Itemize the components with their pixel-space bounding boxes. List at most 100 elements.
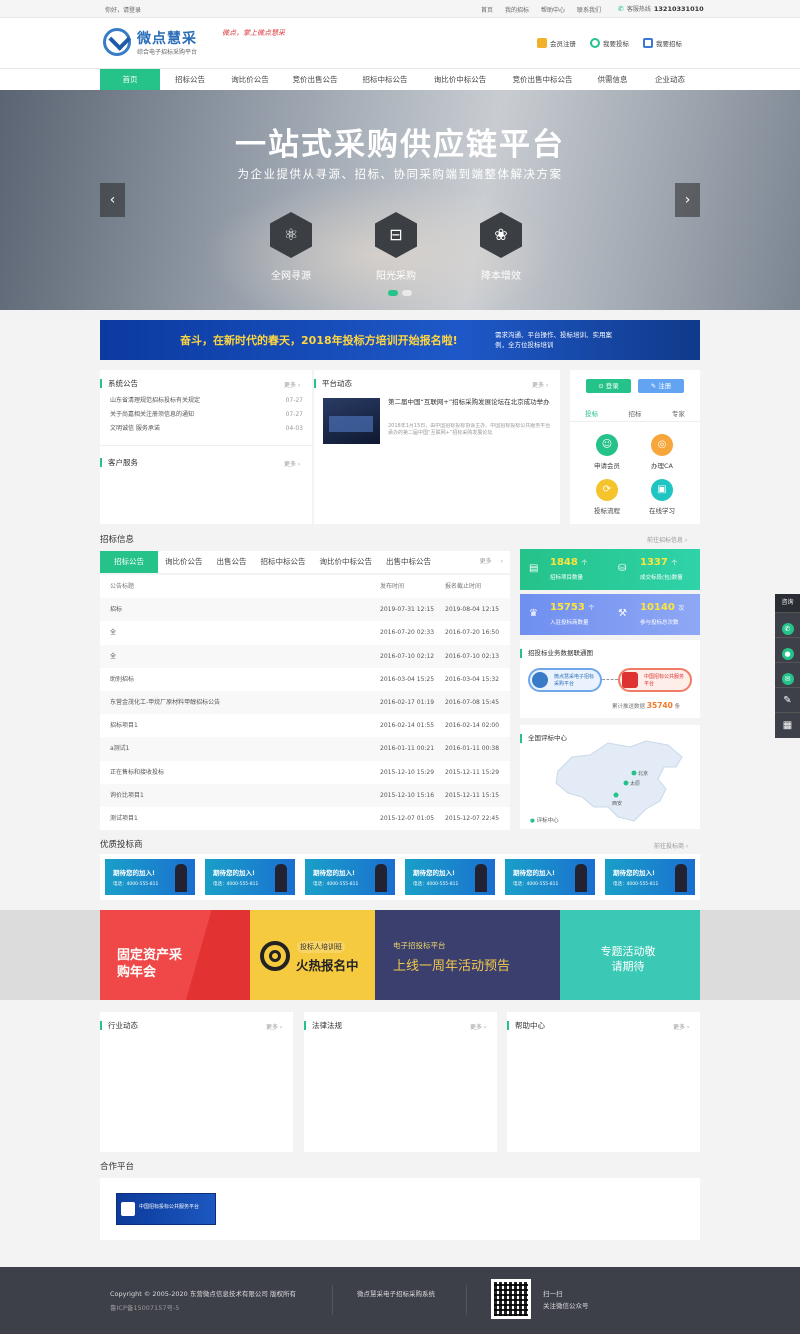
banner-prev-button[interactable]: ‹ (100, 183, 125, 217)
logo-icon[interactable] (103, 28, 131, 56)
supplier-card[interactable]: 期待您的加入! 电话：4000-555-811 (405, 859, 495, 895)
apply-member[interactable]: ☺ 申请会员 (577, 434, 637, 470)
law-more-link[interactable]: 更多 › (470, 1022, 486, 1031)
bid-table: 公告标题 发布时间 报名截止时间 招标 2019-07-31 12:15 2019-08… (100, 575, 510, 831)
top-link-contact[interactable]: 联系我们 (577, 5, 601, 14)
atom-icon: ⚛ (270, 212, 312, 258)
promo-training[interactable]: 投标人培训班 火热报名中 (250, 910, 375, 1000)
lotus-icon: ❀ (480, 212, 522, 258)
supplier-card[interactable]: 期待您的加入! 电话：4000-555-811 (505, 859, 595, 895)
nav-inquiry-notice[interactable]: 询比价公告 (220, 69, 280, 91)
banner-next-button[interactable]: › (675, 183, 700, 217)
register-link[interactable]: 会员注册 (537, 38, 576, 48)
supplier-card[interactable]: 期待您的加入! 电话：4000-555-811 (205, 859, 295, 895)
tab-inquiry-award[interactable]: 询比价中标公告 (313, 551, 380, 573)
nav-home[interactable]: 首页 (100, 69, 160, 91)
hero-banner[interactable]: 一站式采购供应链平台 为企业提供从寻源、招标、协同采购端到端整体解决方案 ‹ ›… (0, 90, 800, 310)
basket-icon: ⊟ (375, 212, 417, 258)
map-marker (623, 780, 629, 786)
side-phone-button[interactable]: ✆ (775, 612, 800, 637)
supplier-card[interactable]: 期待您的加入! 电话：4000-555-811 (305, 859, 395, 895)
login-button[interactable]: ⊙ 登录 (586, 379, 631, 393)
top-link-home[interactable]: 首页 (481, 5, 493, 14)
list-item[interactable]: 山东省清理规范招标投标有关规定 07-27 (110, 394, 303, 408)
list-item[interactable]: 关于尚嘉相关注册须信息的通知 07-27 (110, 408, 303, 422)
table-row[interactable]: 全 2016-07-10 02:12 2016-07-10 02:13 (100, 644, 510, 668)
login-greeting[interactable]: 你好，请登录 (105, 5, 141, 14)
platform-more-link[interactable]: 更多 › (532, 380, 548, 389)
consult-label: 咨询 (775, 594, 800, 612)
map-legend: ● 评标中心 (530, 818, 559, 824)
side-toolbar: 咨询 ✆ ● ✉ ✎ ▦ (775, 594, 800, 738)
bid-tabs-more[interactable]: 更多 › (466, 551, 510, 573)
tab-tender-notice[interactable]: 招标公告 (100, 551, 158, 573)
supplier-card[interactable]: 期待您的加入! 电话：4000-555-811 (605, 859, 695, 895)
notice-title: 系统公告 (100, 379, 138, 388)
supplier-card[interactable]: 期待您的加入! 电话：4000-555-811 (105, 859, 195, 895)
promo-special[interactable]: 专题活动敬请期待 (560, 910, 700, 1000)
bids-section-link[interactable]: 前往招标信息 › (647, 535, 687, 544)
news-headline[interactable]: 第二届中国“互联网+”招标采购发展论坛在北京成功举办 (388, 398, 552, 407)
notice-more-link[interactable]: 更多 › (284, 380, 300, 389)
nav-award-notice[interactable]: 招标中标公告 (350, 69, 420, 91)
table-row[interactable]: 全 2016-07-20 02:33 2016-07-20 16:50 (100, 621, 510, 644)
suppliers-link[interactable]: 前往投标商 › (654, 841, 688, 850)
tab-award-notice[interactable]: 招标中标公告 (254, 551, 313, 573)
china-map[interactable]: 北京 太原 西安 (550, 737, 690, 823)
qq-icon: ● (781, 648, 794, 660)
table-row[interactable]: 招标项目1 2016-02-14 01:55 2016-02-14 02:00 (100, 714, 510, 737)
news-image[interactable] (323, 398, 380, 444)
promo-anniversary[interactable]: 电子招投标平台 上线一周年活动预告 (375, 910, 560, 1000)
nav-company-news[interactable]: 企业动态 (640, 69, 700, 91)
register-button[interactable]: ✎ 注册 (638, 379, 684, 393)
nav-tender-notice[interactable]: 招标公告 (160, 69, 220, 91)
side-qr-button[interactable]: ▦ (775, 712, 800, 737)
apply-ca[interactable]: ◎ 办理CA (632, 434, 692, 470)
brand-slogan: 微点，掌上微点慧采 (222, 29, 285, 37)
nav-supply-demand[interactable]: 供需信息 (585, 69, 640, 91)
linkage-right[interactable]: 中国招标公共服务平台 (618, 668, 692, 692)
footer-icp[interactable]: 鲁ICP备15007157号-5 (110, 1302, 179, 1312)
linkage-title: 招投标业务数据联通图 (520, 649, 593, 658)
help-more-link[interactable]: 更多 › (673, 1022, 689, 1031)
industry-more-link[interactable]: 更多 › (266, 1022, 282, 1031)
top-link-help[interactable]: 帮助中心 (541, 5, 565, 14)
table-row[interactable]: a测试1 2016-01-11 00:21 2016-01-11 00:38 (100, 737, 510, 761)
bid-link[interactable]: 我要投标 (590, 38, 629, 48)
top-link-my-bids[interactable]: 我的招标 (505, 5, 529, 14)
bid-process[interactable]: ⟳ 投标流程 (577, 479, 637, 515)
table-row[interactable]: 招标 2019-07-31 12:15 2019-08-04 12:15 (100, 598, 510, 622)
nav-inquiry-award[interactable]: 询比价中标公告 (420, 69, 500, 91)
service-more-link[interactable]: 更多 › (284, 459, 300, 468)
nav-auction-notice[interactable]: 竞价出售公告 (280, 69, 350, 91)
promo-assets[interactable]: 固定资产采购年会 (100, 910, 250, 1000)
tender-link[interactable]: 我要招标 (643, 38, 682, 48)
tab-sale-notice[interactable]: 出售公告 (210, 551, 254, 573)
tab-inquiry-notice[interactable]: 询比价公告 (158, 551, 210, 573)
carousel-dot[interactable] (388, 290, 398, 296)
table-row[interactable]: 东营金茂化工-甲烷厂原材料甲醇招标公告 2016-02-17 01:19 2016-… (100, 690, 510, 715)
table-row[interactable]: 助别招标 2016-03-04 15:25 2016-03-04 15:32 (100, 668, 510, 691)
side-feedback-button[interactable]: ✎ (775, 687, 800, 712)
cebpubservice-icon (121, 1202, 135, 1216)
training-ad[interactable]: 奋斗，在新时代的春天，2018年投标方培训开始报名啦! 需求沟通、平台操作、投标… (100, 320, 700, 360)
bids-section-title: 招标信息 (100, 535, 135, 545)
nav-auction-award[interactable]: 竞价出售中标公告 (500, 69, 585, 91)
businessman-icon (575, 864, 587, 892)
tab-bidder[interactable]: 投标 (570, 408, 613, 421)
table-row[interactable]: 正在售标和接收投标 2015-12-10 15:29 2015-12-11 15:2… (100, 761, 510, 784)
list-item[interactable]: 文明诚信 服务承诺 04-03 (110, 422, 303, 436)
side-message-button[interactable]: ✉ (775, 662, 800, 687)
table-row[interactable]: 测试项目1 2015-12-07 01:05 2015-12-07 22:45 (100, 807, 510, 830)
online-learning[interactable]: ▣ 在线学习 (632, 479, 692, 515)
linkage-left[interactable]: 微点慧采电子招标采购平台 (528, 668, 602, 692)
tab-expert[interactable]: 专家 (657, 408, 700, 421)
banner-subtitle: 为企业提供从寻源、招标、协同采购端到端整体解决方案 (237, 167, 563, 181)
side-qq-button[interactable]: ● (775, 637, 800, 662)
table-row[interactable]: 询价比项目1 2015-12-10 15:16 2015-12-11 15:15 (100, 783, 510, 807)
partner-logo[interactable]: 中国招标投标公共服务平台 (116, 1193, 216, 1225)
linkage-panel: 招投标业务数据联通图 微点慧采电子招标采购平台 中国招标公共服务平台 累计推送数… (520, 640, 700, 718)
carousel-dot[interactable] (402, 290, 412, 296)
tab-sale-award[interactable]: 出售中标公告 (379, 551, 438, 573)
tab-tenderer[interactable]: 招标 (613, 408, 656, 421)
